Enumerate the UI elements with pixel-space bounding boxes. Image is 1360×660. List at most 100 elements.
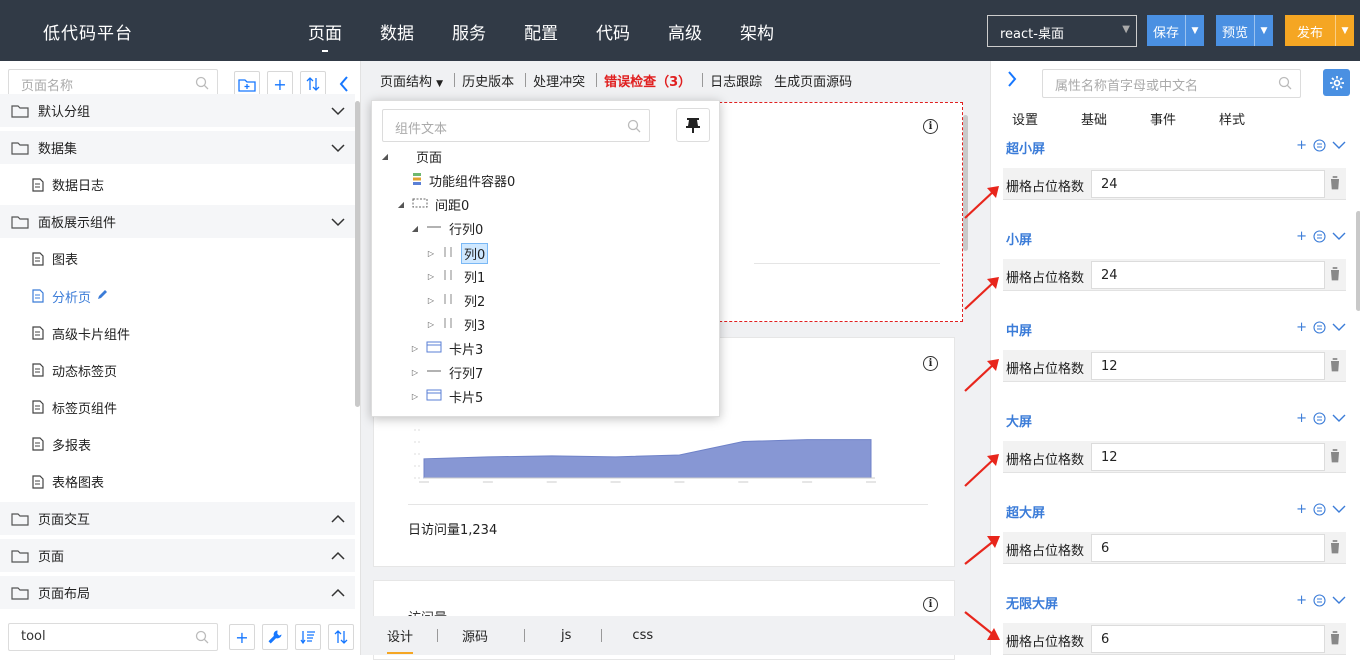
tab-css[interactable]: css xyxy=(632,623,653,648)
list-order-button[interactable] xyxy=(295,624,321,650)
chevron-up-icon[interactable] xyxy=(331,549,345,563)
add-component-button[interactable]: + xyxy=(229,624,255,650)
plus-icon[interactable]: + xyxy=(1296,229,1307,244)
resolve-conflict-button[interactable]: 处理冲突 xyxy=(529,71,589,90)
save-dropdown-caret-icon[interactable]: ▼ xyxy=(1186,15,1204,46)
tree-leaf[interactable]: 动态标签页 xyxy=(0,354,355,387)
preview-button[interactable]: 预览 xyxy=(1216,15,1256,46)
tree-group[interactable]: 默认分组 xyxy=(0,94,355,127)
component-text-search-input[interactable]: 组件文本 xyxy=(382,109,650,142)
chevron-down-icon[interactable] xyxy=(331,141,345,155)
chevron-down-icon[interactable] xyxy=(1332,503,1346,516)
info-icon[interactable]: i xyxy=(923,119,938,134)
trash-icon[interactable] xyxy=(1328,357,1342,372)
chevron-down-icon[interactable] xyxy=(1332,412,1346,425)
tree-node-row-col-0[interactable]: ◢ 行列0 xyxy=(410,219,483,238)
list-circle-icon[interactable] xyxy=(1313,412,1326,425)
info-icon[interactable]: i xyxy=(923,356,938,371)
plus-icon[interactable]: + xyxy=(1296,593,1307,608)
page-search-input[interactable]: 页面名称 xyxy=(8,69,218,97)
trash-icon[interactable] xyxy=(1328,448,1342,463)
sort-component-button[interactable] xyxy=(328,624,354,650)
list-circle-icon[interactable] xyxy=(1313,503,1326,516)
tree-leaf[interactable]: 高级卡片组件 xyxy=(0,317,355,350)
tree-node-row-col-7[interactable]: ▷ 行列7 xyxy=(410,363,483,382)
list-circle-icon[interactable] xyxy=(1313,230,1326,243)
trash-icon[interactable] xyxy=(1328,266,1342,281)
edit-pencil-icon[interactable] xyxy=(97,289,108,304)
tool-button[interactable] xyxy=(262,624,288,650)
grid-span-input[interactable]: 6 xyxy=(1091,534,1325,562)
nav-item-advanced[interactable]: 高级 xyxy=(668,19,702,44)
grid-span-input[interactable]: 12 xyxy=(1091,443,1325,471)
history-button[interactable]: 历史版本 xyxy=(458,71,518,90)
tree-node-col-3[interactable]: ▷ 列3 xyxy=(426,315,485,334)
tab-design[interactable]: 设计 xyxy=(387,621,414,654)
nav-item-config[interactable]: 配置 xyxy=(524,19,558,44)
chevron-down-icon[interactable] xyxy=(331,215,345,229)
tree-node-col-1[interactable]: ▷ 列1 xyxy=(426,267,485,286)
publish-dropdown-caret-icon[interactable]: ▼ xyxy=(1336,15,1354,46)
tree-leaf[interactable]: 图表 xyxy=(0,242,355,275)
expand-panel-button[interactable] xyxy=(1007,71,1021,91)
chevron-up-icon[interactable] xyxy=(331,512,345,526)
property-search-input[interactable]: 属性名称首字母或中文名 xyxy=(1042,69,1301,98)
left-scrollbar[interactable] xyxy=(355,101,360,407)
chevron-down-icon[interactable] xyxy=(1332,139,1346,152)
tree-node-card-5[interactable]: ▷ 卡片5 xyxy=(410,387,483,406)
tab-settings[interactable]: 设置 xyxy=(1012,109,1038,135)
error-check-button[interactable]: 错误检查（3） xyxy=(600,71,695,90)
pin-button[interactable] xyxy=(676,108,710,142)
trash-icon[interactable] xyxy=(1328,175,1342,190)
tree-leaf[interactable]: 表格图表 xyxy=(0,465,355,498)
trash-icon[interactable] xyxy=(1328,630,1342,645)
nav-item-page[interactable]: 页面 xyxy=(308,19,342,52)
chevron-down-icon[interactable] xyxy=(331,104,345,118)
tree-node-col-0[interactable]: ▷ 列0 xyxy=(426,243,489,264)
chevron-down-icon[interactable] xyxy=(1332,594,1346,607)
info-icon[interactable]: i xyxy=(923,597,938,612)
nav-item-data[interactable]: 数据 xyxy=(380,19,414,44)
generate-source-button[interactable]: 生成页面源码 xyxy=(770,71,856,90)
grid-span-input[interactable]: 6 xyxy=(1091,625,1325,653)
list-circle-icon[interactable] xyxy=(1313,139,1326,152)
preview-dropdown-caret-icon[interactable]: ▼ xyxy=(1255,15,1273,46)
save-button[interactable]: 保存 xyxy=(1147,15,1187,46)
tree-group[interactable]: 页面交互 xyxy=(0,502,355,536)
grid-span-input[interactable]: 24 xyxy=(1091,170,1325,198)
tab-basic[interactable]: 基础 xyxy=(1081,109,1107,135)
tab-source[interactable]: 源码 xyxy=(462,621,488,650)
component-search-input[interactable]: tool xyxy=(8,623,218,651)
tree-group[interactable]: 页面 xyxy=(0,539,355,573)
plus-icon[interactable]: + xyxy=(1296,502,1307,517)
tree-group[interactable]: 页面布局 xyxy=(0,576,355,610)
list-circle-icon[interactable] xyxy=(1313,594,1326,607)
tree-leaf[interactable]: 分析页 xyxy=(0,280,355,313)
publish-button[interactable]: 发布 xyxy=(1285,15,1337,46)
tree-node-col-2[interactable]: ▷ 列2 xyxy=(426,291,485,310)
list-circle-icon[interactable] xyxy=(1313,321,1326,334)
tree-node-function-container[interactable]: 功能组件容器0 xyxy=(412,171,515,190)
tree-node-spacing[interactable]: ◢ 间距0 xyxy=(396,195,469,214)
log-trace-button[interactable]: 日志跟踪 xyxy=(706,71,766,90)
tree-leaf[interactable]: 数据日志 xyxy=(0,168,355,201)
tree-node-card-3[interactable]: ▷ 卡片3 xyxy=(410,339,483,358)
tree-group[interactable]: 面板展示组件 xyxy=(0,205,355,239)
grid-span-input[interactable]: 24 xyxy=(1091,261,1325,289)
tab-events[interactable]: 事件 xyxy=(1150,109,1176,135)
plus-icon[interactable]: + xyxy=(1296,411,1307,426)
chevron-down-icon[interactable] xyxy=(1332,230,1346,243)
tree-group[interactable]: 数据集 xyxy=(0,131,355,165)
grid-span-input[interactable]: 12 xyxy=(1091,352,1325,380)
property-settings-button[interactable] xyxy=(1323,69,1350,96)
trash-icon[interactable] xyxy=(1328,539,1342,554)
nav-item-code[interactable]: 代码 xyxy=(596,19,630,44)
plus-icon[interactable]: + xyxy=(1296,138,1307,153)
nav-item-service[interactable]: 服务 xyxy=(452,19,486,44)
page-structure-button[interactable]: 页面结构 ▼ xyxy=(376,71,447,90)
chevron-up-icon[interactable] xyxy=(331,586,345,600)
chevron-down-icon[interactable] xyxy=(1332,321,1346,334)
tree-leaf[interactable]: 标签页组件 xyxy=(0,391,355,424)
platform-select[interactable]: react-桌面 ▼ xyxy=(987,15,1137,47)
tab-js[interactable]: js xyxy=(561,623,571,648)
